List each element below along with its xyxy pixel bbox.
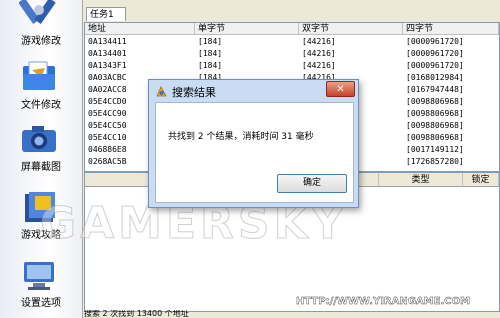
table-cell: [0017149112] xyxy=(406,145,464,154)
table-cell: [44216] xyxy=(302,61,336,70)
sidebar-item-game-modify[interactable]: 游戏修改 xyxy=(0,0,82,52)
table-row[interactable]: 0A134401 [184] [44216] [0000961720] xyxy=(85,48,499,60)
sidebar-item-file-modify[interactable]: 文件修改 xyxy=(0,56,82,116)
column-header-type[interactable]: 类型 xyxy=(379,173,463,187)
sidebar-item-screenshot[interactable]: 屏幕截图 xyxy=(0,118,82,178)
forum-logo: 依然游戏论坛 HTTP://WWW.YIRANGAME.COM xyxy=(289,265,470,307)
status-bar: 搜索 2 次找到 13400 个地址 xyxy=(84,310,189,318)
table-cell: [0000961720] xyxy=(406,61,464,70)
table-cell: [0000961720] xyxy=(406,49,464,58)
table-cell: [184] xyxy=(198,61,223,70)
close-button[interactable]: ✕ xyxy=(326,81,355,97)
table-row[interactable]: 0A1343F1 [184] [44216] [0000961720] xyxy=(85,60,499,72)
ok-button[interactable]: 确定 xyxy=(277,174,347,193)
computer-icon xyxy=(24,262,54,290)
table-row[interactable]: 0A134411 [184] [44216] [0000961720] xyxy=(85,36,499,48)
column-header-word[interactable]: 双字节 xyxy=(299,23,403,35)
table-cell: [0098806968] xyxy=(406,133,464,142)
logo-url: HTTP://WWW.YIRANGAME.COM xyxy=(296,296,470,307)
camera-icon xyxy=(22,126,56,152)
table-cell: [0168012984] xyxy=(406,73,464,82)
table-cell: 0A134411 xyxy=(88,37,127,46)
table-cell: [1726857280] xyxy=(406,157,464,166)
sidebar: 游戏修改 文件修改 屏幕截图 游戏攻略 设置选项 xyxy=(0,0,83,318)
tools-icon xyxy=(19,0,56,24)
column-header-lock[interactable]: 锁定 xyxy=(463,173,499,187)
table-cell: [44216] xyxy=(302,37,336,46)
tab-task1[interactable]: 任务1 xyxy=(86,7,126,21)
app-icon xyxy=(156,86,167,97)
sidebar-item-label: 文件修改 xyxy=(21,100,61,111)
tab-bar: 任务1 xyxy=(84,6,498,22)
column-header-byte[interactable]: 单字节 xyxy=(195,23,299,35)
table-cell: [0098806968] xyxy=(406,121,464,130)
column-header-dword[interactable]: 四字节 xyxy=(403,23,499,35)
dialog-title: 搜索结果 xyxy=(172,86,216,99)
table-cell: [0167947448] xyxy=(406,85,464,94)
search-result-dialog: 搜索结果 ✕ 共找到 2 个结果，消耗时间 31 毫秒 确定 xyxy=(148,79,359,208)
table-cell: [184] xyxy=(198,49,223,58)
folder-icon xyxy=(23,61,55,90)
column-header-address[interactable]: 地址 xyxy=(85,23,195,35)
table-cell: [44216] xyxy=(302,49,336,58)
table-cell: [184] xyxy=(198,37,223,46)
sidebar-item-label: 屏幕截图 xyxy=(21,162,61,173)
dialog-message: 共找到 2 个结果，消耗时间 31 毫秒 xyxy=(168,132,314,142)
logo-text: 依然游戏论坛 xyxy=(290,266,434,294)
table-cell: 0A1343F1 xyxy=(88,61,127,70)
dialog-body: 共找到 2 个结果，消耗时间 31 毫秒 确定 xyxy=(155,102,354,203)
sidebar-item-label: 设置选项 xyxy=(21,298,61,309)
table-cell: [0098806968] xyxy=(406,97,464,106)
table-cell: 0A134401 xyxy=(88,49,127,58)
sidebar-item-label: 游戏修改 xyxy=(21,36,61,47)
table-cell: [0098806968] xyxy=(406,109,464,118)
sidebar-item-settings[interactable]: 设置选项 xyxy=(0,254,82,314)
table-cell: [0000961720] xyxy=(406,37,464,46)
dialog-titlebar[interactable]: 搜索结果 ✕ xyxy=(149,80,358,102)
